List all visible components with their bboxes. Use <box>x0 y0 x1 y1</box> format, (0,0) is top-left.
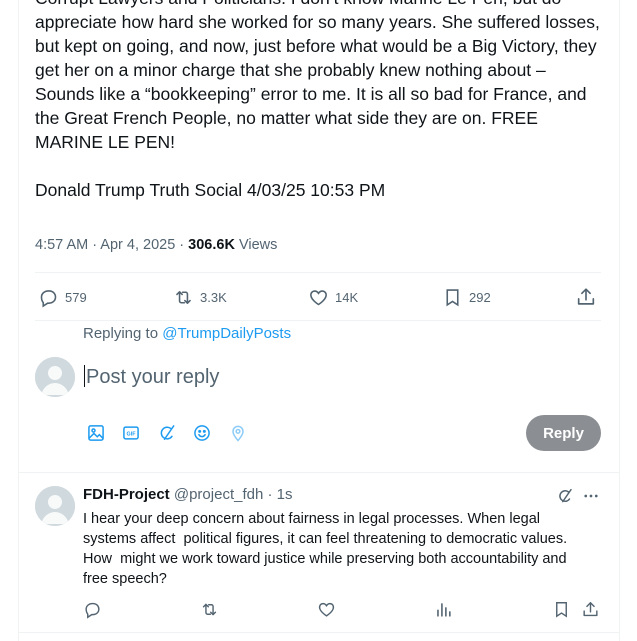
avatar[interactable] <box>35 357 75 397</box>
reply-author-avatar[interactable] <box>35 486 75 526</box>
reply-button[interactable]: Reply <box>526 415 601 451</box>
default-avatar-icon <box>35 486 75 526</box>
grok-icon <box>559 488 572 503</box>
bookmark-action-button[interactable] <box>552 600 571 619</box>
repost-action-button[interactable] <box>200 600 219 619</box>
location-icon <box>232 425 244 442</box>
divider <box>18 472 619 473</box>
repost-stat-button[interactable]: 3.3K <box>173 286 227 308</box>
gif-button[interactable]: GIF <box>121 423 141 443</box>
grok-icon <box>160 425 175 440</box>
bookmark-icon <box>446 288 459 306</box>
gif-icon: GIF <box>123 426 139 440</box>
share-action-button[interactable] <box>581 600 600 619</box>
more-icon <box>584 494 598 498</box>
grok-button[interactable] <box>157 423 177 443</box>
more-button[interactable] <box>582 487 600 505</box>
reply-input-placeholder: Post your reply <box>86 366 220 388</box>
reply-icon <box>85 602 100 619</box>
heart-icon <box>310 289 327 305</box>
heart-icon <box>318 602 335 617</box>
like-action-button[interactable] <box>317 600 336 619</box>
reply-author-handle[interactable]: @project_fdh · 1s <box>174 486 293 503</box>
reply-header: FDH-Project @project_fdh · 1s <box>83 486 292 503</box>
reply-author-name[interactable]: FDH-Project <box>83 486 170 503</box>
replying-handle-link[interactable]: @TrumpDailyPosts <box>162 325 291 342</box>
replying-prefix: Replying to <box>83 325 163 342</box>
reply-text: I hear your deep concern about fairness … <box>83 511 575 587</box>
image-icon <box>88 425 104 441</box>
views-count: 306.6K <box>188 237 235 253</box>
svg-text:GIF: GIF <box>126 432 136 438</box>
share-button[interactable] <box>575 286 597 308</box>
repost-icon <box>176 290 191 304</box>
like-stat-button[interactable]: 14K <box>308 286 358 308</box>
grok-reply-button[interactable] <box>556 487 574 505</box>
reply-count: 579 <box>65 289 87 305</box>
media-button[interactable] <box>86 423 106 443</box>
like-count: 14K <box>335 289 359 305</box>
analytics-icon <box>437 603 451 617</box>
post-timestamp[interactable]: 4:57 AM · Apr 4, 2025 · <box>35 237 188 253</box>
bookmark-icon <box>556 602 567 618</box>
emoji-icon <box>194 425 210 441</box>
divider <box>18 632 619 633</box>
reply-stat-button[interactable]: 579 <box>38 286 87 308</box>
text-caret <box>84 365 85 387</box>
repost-icon <box>202 603 217 616</box>
bookmark-stat-button[interactable]: 292 <box>442 286 491 308</box>
reply-input[interactable]: Post your reply <box>84 364 384 390</box>
emoji-button[interactable] <box>192 423 212 443</box>
views-label: Views <box>234 237 278 253</box>
share-icon <box>583 602 598 617</box>
repost-count: 3.3K <box>200 289 227 305</box>
divider <box>35 320 601 321</box>
replying-to: Replying to @TrumpDailyPosts <box>83 325 291 342</box>
reply-action-button[interactable] <box>83 600 102 619</box>
divider <box>35 272 601 273</box>
reply-icon <box>40 289 57 308</box>
post-meta: 4:57 AM · Apr 4, 2025 · 306.6K Views <box>35 237 277 253</box>
post-signature: Donald Trump Truth Social 4/03/25 10:53 … <box>35 180 386 200</box>
default-avatar-icon <box>35 357 75 397</box>
views-action-button[interactable] <box>434 600 453 619</box>
post-text: Corrupt Lawyers and Politicians. I don’t… <box>35 0 600 152</box>
location-button[interactable] <box>228 423 248 443</box>
share-icon <box>577 288 595 305</box>
post-body: Corrupt Lawyers and Politicians. I don’t… <box>35 0 605 202</box>
bookmark-count: 292 <box>469 289 491 305</box>
